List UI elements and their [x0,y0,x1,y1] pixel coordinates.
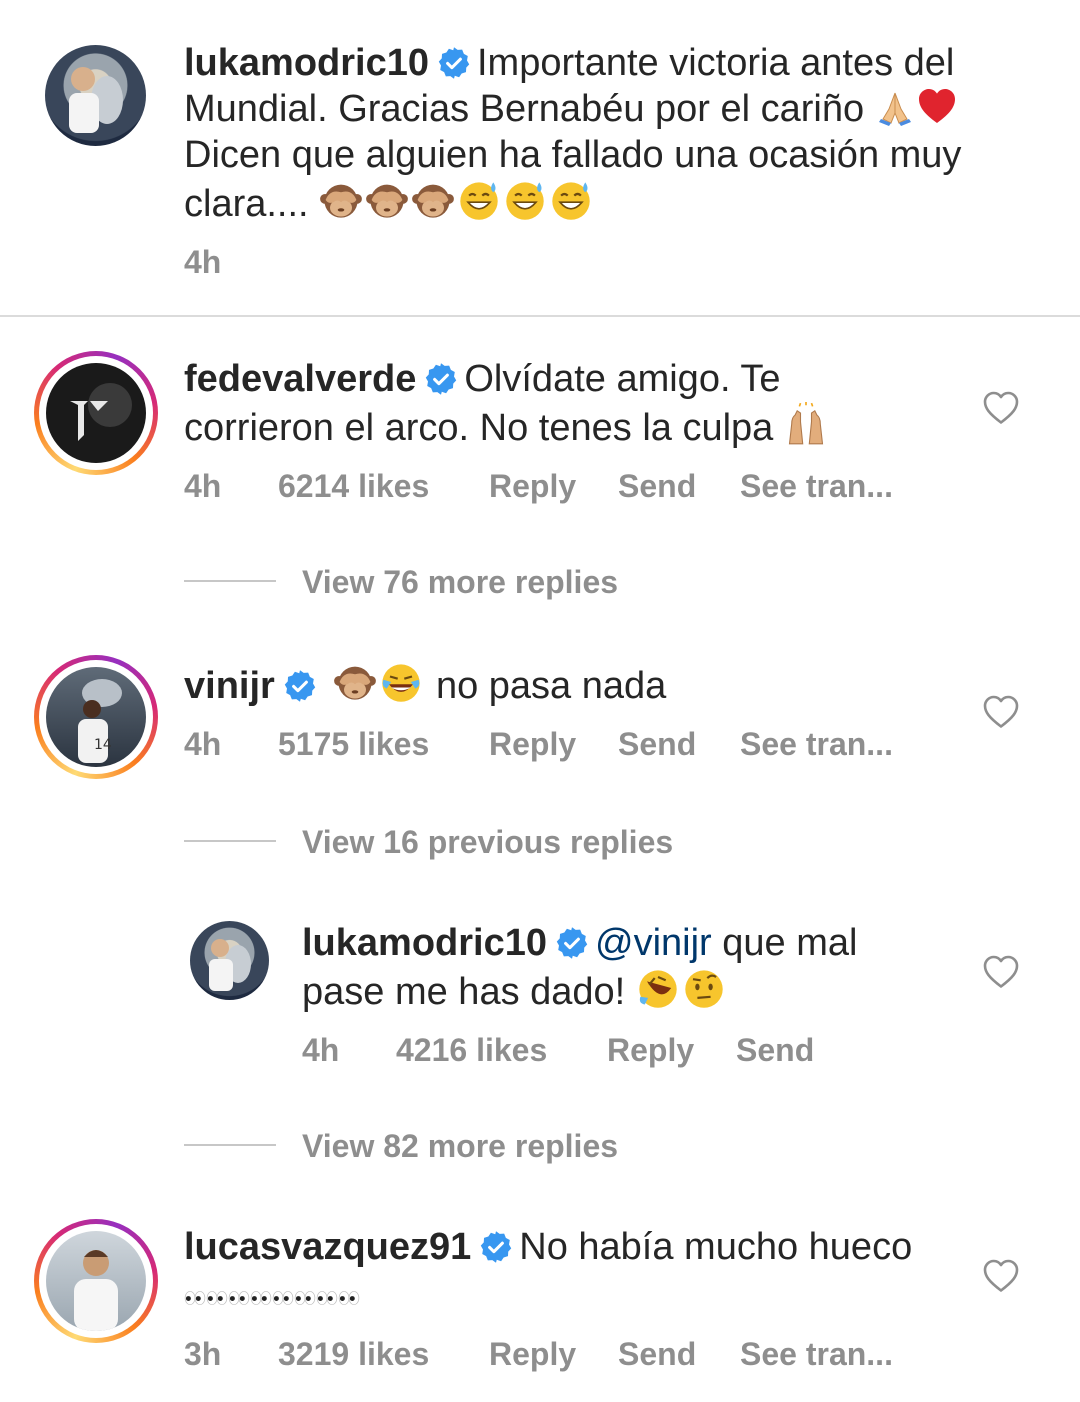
comment-actions: 3h 3219 likes Reply Send See tran... [184,1334,904,1374]
send-button[interactable]: Send [618,1334,696,1374]
view-more-replies-button[interactable]: View 76 more replies [302,562,618,602]
reply-button[interactable]: Reply [489,466,576,506]
grinning-sweat-emoji [549,178,593,222]
heart-icon[interactable] [983,1259,1019,1293]
reply-actions: 4h 4216 likes Reply Send [302,1030,902,1070]
eyes-emoji [184,1287,206,1309]
red-heart-emoji [917,87,957,127]
comment-actions: 4h 5175 likes Reply Send See tran... [184,724,904,764]
send-button[interactable]: Send [736,1030,814,1070]
mention-link[interactable]: @vinijr [595,922,712,964]
joy-emoji [379,660,423,704]
see-no-evil-monkey-emoji [319,178,363,222]
verified-badge-icon [555,926,589,960]
reply-time: 4h [302,1032,340,1068]
comment-line-2: corrieron el arco. No tenes la culpa [184,407,774,449]
verified-badge-icon [424,362,458,396]
eyes-emoji [250,1287,272,1309]
comment-actions: 4h 6214 likes Reply Send See tran... [184,466,904,506]
eyes-emoji [228,1287,250,1309]
likes-count[interactable]: 6214 likes [278,466,429,506]
eyes-emoji-row [184,1272,360,1314]
avatar[interactable]: 14 [34,655,158,779]
caption-line-3: Dicen que alguien ha fallado una ocasión… [184,134,962,176]
verified-badge-icon [283,669,317,703]
reply-button[interactable]: Reply [489,724,576,764]
svg-text:14: 14 [94,737,112,753]
comment-text: vinijr no pasa nada [184,660,944,709]
comment-text: fedevalverde Olvídate amigo. Te corrieron… [184,356,944,451]
divider [0,315,1080,317]
post-caption: lukamodric10 Importante victoria antes de… [0,0,1080,316]
raising-hands-emoji [784,402,828,446]
heart-icon[interactable] [983,391,1019,425]
grinning-sweat-emoji [457,178,501,222]
avatar[interactable] [45,45,146,146]
comment-line-1: Olvídate amigo. Te [464,358,781,400]
likes-count[interactable]: 3219 likes [278,1334,429,1374]
heart-icon[interactable] [983,695,1019,729]
avatar[interactable] [34,1219,158,1343]
comment-time: 3h [184,1336,222,1372]
avatar-photo-icon [70,383,132,441]
comment-username[interactable]: vinijr [184,665,275,707]
reply-button[interactable]: Reply [607,1030,694,1070]
comment-time: 4h [184,468,222,504]
reply-line-2: pase me has dado! [302,971,626,1013]
reply-text: lukamodric10 @vinijr que mal pase me has … [302,920,942,1015]
view-previous-replies-button[interactable]: View 16 previous replies [302,822,673,862]
replies-divider-line [184,1144,276,1146]
eyes-emoji [206,1287,228,1309]
send-button[interactable]: Send [618,724,696,764]
comment-text: lucasvazquez91 No había mucho hueco [184,1224,964,1316]
caption-line-4: clara.... [184,183,309,225]
caption-text: lukamodric10 Importante victoria antes de… [184,40,1044,227]
avatar[interactable] [190,921,269,1000]
comment-line-1: no pasa nada [435,665,667,707]
comment-line-1: No había mucho hueco [519,1226,913,1268]
raised-eyebrow-emoji [682,966,726,1010]
reply-line-1: que mal [722,922,858,964]
send-button[interactable]: Send [618,466,696,506]
caption-meta: 4h [184,242,384,282]
see-translation-button[interactable]: See tran... [740,1334,893,1374]
see-no-evil-monkey-emoji [333,660,377,704]
see-translation-button[interactable]: See tran... [740,466,893,506]
caption-line-1: Importante victoria antes del [477,42,955,84]
verified-badge-icon [479,1230,513,1264]
replies-divider-line [184,840,276,842]
comment-username[interactable]: fedevalverde [184,358,416,400]
eyes-emoji [294,1287,316,1309]
caption-time: 4h [184,244,222,280]
see-no-evil-monkey-emoji [411,178,455,222]
eyes-emoji [316,1287,338,1309]
heart-icon[interactable] [983,955,1019,989]
comment-username[interactable]: lucasvazquez91 [184,1226,471,1268]
grinning-sweat-emoji [503,178,547,222]
likes-count[interactable]: 5175 likes [278,724,429,764]
folded-hands-emoji [875,87,915,127]
avatar-photo-icon [209,939,251,991]
see-no-evil-monkey-emoji [365,178,409,222]
reply-username[interactable]: lukamodric10 [302,922,547,964]
eyes-emoji [272,1287,294,1309]
caption-username[interactable]: lukamodric10 [184,42,429,84]
rofl-emoji [636,966,680,1010]
caption-line-2: Mundial. Gracias Bernabéu por el cariño [184,88,865,130]
comment-time: 4h [184,726,222,762]
verified-badge-icon [437,46,471,80]
avatar-photo-icon: 14 [78,679,122,763]
avatar-photo-icon [69,67,123,133]
see-translation-button[interactable]: See tran... [740,724,893,764]
avatar[interactable] [34,351,158,475]
eyes-emoji [338,1287,360,1309]
view-more-replies-button[interactable]: View 82 more replies [302,1126,618,1166]
avatar-photo-icon [74,1250,118,1331]
replies-divider-line [184,580,276,582]
likes-count[interactable]: 4216 likes [396,1030,547,1070]
reply-button[interactable]: Reply [489,1334,576,1374]
